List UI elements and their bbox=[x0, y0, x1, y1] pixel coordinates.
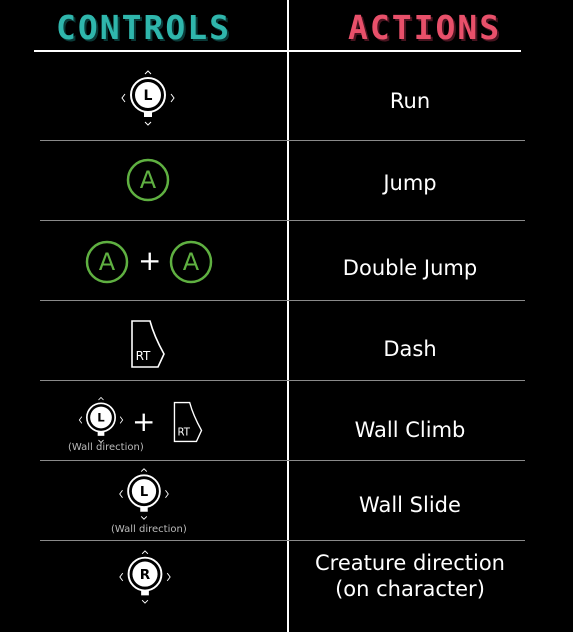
stick-label: R bbox=[140, 567, 151, 583]
left-stick-icon: L bbox=[78, 396, 124, 444]
row-divider bbox=[40, 540, 525, 541]
controls-header: CONTROLS bbox=[56, 8, 231, 47]
a-button-icon: A bbox=[126, 158, 170, 202]
column-divider bbox=[287, 0, 289, 632]
right-stick-icon: R bbox=[119, 550, 171, 604]
action-jump: Jump bbox=[383, 171, 437, 195]
action-double-jump: Double Jump bbox=[342, 256, 478, 280]
action-line: Creature direction bbox=[315, 551, 505, 575]
actions-header: ACTIONS bbox=[348, 8, 502, 47]
row-divider bbox=[40, 300, 525, 301]
left-stick-icon: L bbox=[119, 468, 169, 520]
stick-label: L bbox=[97, 411, 105, 425]
stick-label: L bbox=[140, 485, 148, 500]
action-wall-slide: Wall Slide bbox=[359, 493, 461, 517]
button-label: A bbox=[183, 248, 200, 276]
a-button-icon: A bbox=[85, 240, 129, 284]
button-label: A bbox=[99, 248, 116, 276]
action-creature-direction: Creature direction (on character) bbox=[300, 550, 520, 602]
wall-direction-caption: (Wall direction) bbox=[68, 442, 144, 453]
trigger-label: RT bbox=[136, 349, 151, 363]
stick-label: L bbox=[144, 88, 153, 104]
action-dash: Dash bbox=[383, 337, 437, 361]
action-wall-climb: Wall Climb bbox=[354, 418, 466, 442]
a-button-icon: A bbox=[169, 240, 213, 284]
wall-direction-caption: (Wall direction) bbox=[111, 524, 187, 535]
trigger-label: RT bbox=[178, 428, 191, 439]
row-divider bbox=[40, 460, 525, 461]
row-divider bbox=[40, 220, 525, 221]
left-stick-icon: L bbox=[121, 70, 175, 126]
rt-trigger-icon: RT bbox=[173, 401, 203, 443]
button-label: A bbox=[140, 166, 157, 194]
action-line: (on character) bbox=[335, 577, 485, 601]
row-divider bbox=[40, 380, 525, 381]
row-divider bbox=[40, 140, 525, 141]
rt-trigger-icon: RT bbox=[131, 320, 165, 368]
plus-sign: + bbox=[132, 405, 156, 438]
header-divider bbox=[34, 50, 521, 52]
plus-sign: + bbox=[138, 244, 162, 277]
action-run: Run bbox=[389, 89, 431, 113]
